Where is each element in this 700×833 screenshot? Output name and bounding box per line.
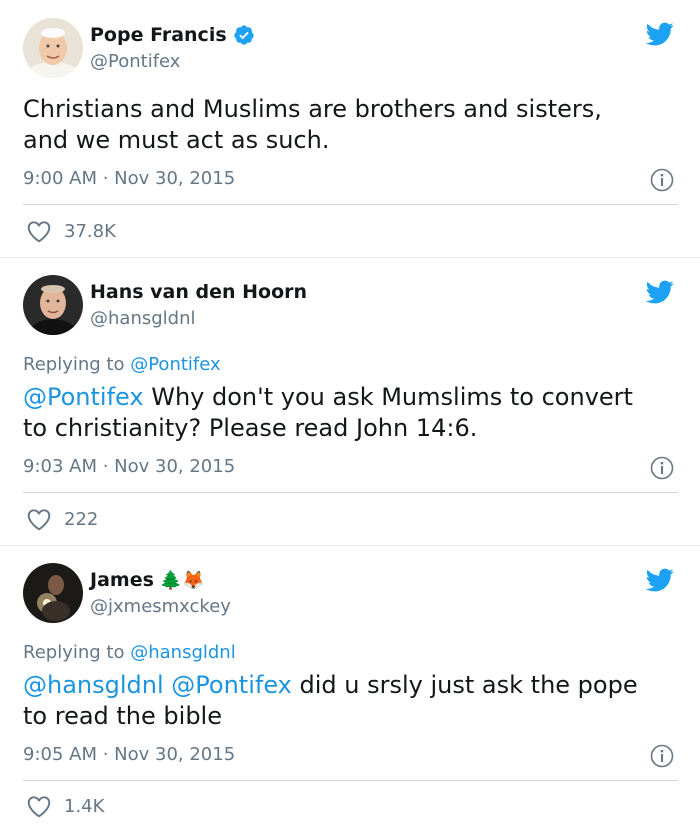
replying-to-link[interactable]: @hansgldnl [130, 642, 236, 663]
mention-link[interactable]: @Pontifex [23, 383, 144, 411]
replying-to: Replying to @hansgldnl [23, 642, 236, 663]
divider [23, 780, 678, 781]
twitter-bird-icon[interactable] [644, 566, 676, 594]
heart-icon[interactable] [26, 507, 52, 531]
info-icon[interactable] [650, 456, 674, 480]
tweet-text-line: to read the bible [23, 702, 222, 730]
like-action[interactable]: 222 [26, 507, 98, 531]
author-handle[interactable]: @jxmesmxckey [90, 596, 231, 617]
twitter-bird-icon[interactable] [644, 20, 676, 48]
tweet-text-line: to christianity? Please read John 14:6. [23, 414, 478, 442]
avatar-hans-van-den-hoorn[interactable] [23, 275, 83, 335]
tweet-card-hansgldnl[interactable]: Hans van den Hoorn @hansgldnl Replying t… [0, 258, 700, 546]
divider [23, 204, 678, 205]
tweet-text-line: Christians and Muslims are brothers and … [23, 95, 602, 123]
tweet-text-line: @hansgldnl @Pontifex did u srsly just as… [23, 670, 683, 701]
like-action[interactable]: 1.4K [26, 794, 104, 818]
verified-badge-icon [234, 25, 254, 45]
author-handle[interactable]: @hansgldnl [90, 308, 196, 329]
like-action[interactable]: 37.8K [26, 219, 116, 243]
author-row: James 🌲🦊 [90, 569, 205, 591]
tweet-card-jxmesmxckey[interactable]: James 🌲🦊 @jxmesmxckey Replying to @hansg… [0, 546, 700, 833]
name-emoji: 🌲🦊 [159, 569, 205, 591]
replying-to-link[interactable]: @Pontifex [130, 354, 220, 375]
author-row: Hans van den Hoorn [90, 281, 307, 303]
tweet-text: @hansgldnl @Pontifex did u srsly just as… [23, 670, 683, 732]
avatar-james[interactable] [23, 563, 83, 623]
mention-link[interactable]: @hansgldnl [23, 671, 164, 699]
info-icon[interactable] [650, 744, 674, 768]
replying-to-label: Replying to [23, 642, 125, 663]
heart-icon[interactable] [26, 219, 52, 243]
tweet-timestamp[interactable]: 9:00 AM · Nov 30, 2015 [23, 168, 235, 189]
divider [23, 492, 678, 493]
tweet-text: Christians and Muslims are brothers and … [23, 94, 683, 156]
author-name[interactable]: Pope Francis [90, 24, 227, 46]
tweet-timestamp[interactable]: 9:05 AM · Nov 30, 2015 [23, 744, 235, 765]
heart-icon[interactable] [26, 794, 52, 818]
author-name[interactable]: James [90, 569, 154, 591]
tweet-text-line: and we must act as such. [23, 126, 330, 154]
tweet-text-line: @Pontifex Why don't you ask Mumslims to … [23, 382, 683, 413]
author-name[interactable]: Hans van den Hoorn [90, 281, 307, 303]
like-count: 1.4K [64, 795, 105, 817]
twitter-bird-icon[interactable] [644, 278, 676, 306]
author-handle[interactable]: @Pontifex [90, 51, 180, 72]
tweet-text-segment: Why don't you ask Mumslims to convert [143, 383, 633, 411]
tweet-text-segment: did u srsly just ask the pope [291, 671, 638, 699]
like-count: 222 [64, 508, 99, 530]
author-row: Pope Francis [90, 24, 255, 46]
mention-link[interactable]: @Pontifex [171, 671, 292, 699]
like-count: 37.8K [64, 220, 116, 242]
tweet-feed: Pope Francis @Pontifex Christians and Mu… [0, 0, 700, 833]
info-icon[interactable] [650, 168, 674, 192]
avatar-pope-francis[interactable] [23, 18, 83, 78]
tweet-card-pontifex[interactable]: Pope Francis @Pontifex Christians and Mu… [0, 0, 700, 258]
tweet-timestamp[interactable]: 9:03 AM · Nov 30, 2015 [23, 456, 235, 477]
replying-to: Replying to @Pontifex [23, 354, 221, 375]
tweet-text: @Pontifex Why don't you ask Mumslims to … [23, 382, 683, 444]
replying-to-label: Replying to [23, 354, 125, 375]
